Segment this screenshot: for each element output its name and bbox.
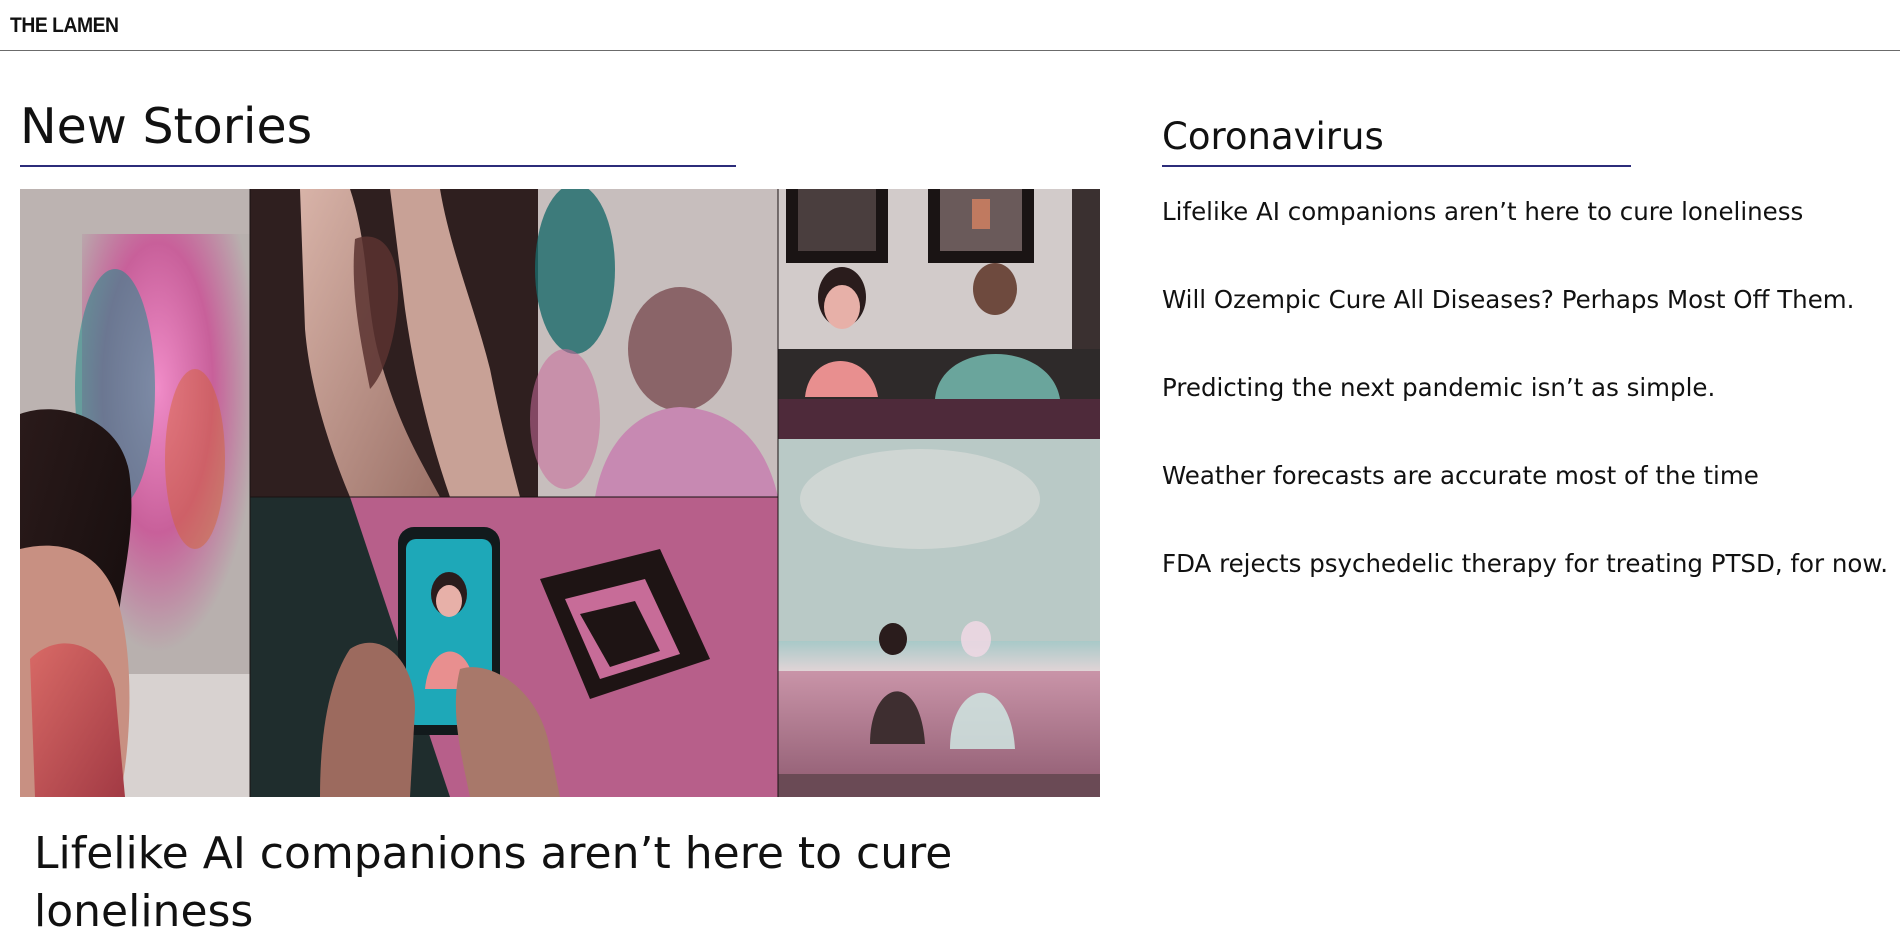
top-navigation-bar: THE LAMEN	[0, 0, 1900, 51]
sidebar-story-link[interactable]: Predicting the next pandemic isn’t as si…	[1162, 373, 1888, 461]
sidebar-story-list: Lifelike AI companions aren’t here to cu…	[1162, 197, 1888, 637]
site-logo[interactable]: THE LAMEN	[10, 14, 119, 38]
sidebar-coronavirus: Coronavirus Lifelike AI companions aren’…	[1162, 51, 1900, 907]
featured-collage-illustration	[20, 189, 1100, 797]
main-content: New Stories Lifelike AI companions aren’…	[20, 51, 1100, 937]
sidebar-title: Coronavirus	[1162, 115, 1384, 158]
sidebar-story-link[interactable]: Lifelike AI companions aren’t here to cu…	[1162, 197, 1888, 285]
sidebar-story-link[interactable]: Will Ozempic Cure All Diseases? Perhaps …	[1162, 285, 1888, 373]
section-title-underline	[20, 165, 736, 167]
featured-story-image[interactable]	[20, 189, 1100, 797]
sidebar-title-underline	[1162, 165, 1631, 167]
section-title: New Stories	[20, 98, 313, 155]
sidebar-story-link[interactable]: FDA rejects psychedelic therapy for trea…	[1162, 549, 1888, 637]
featured-story-headline[interactable]: Lifelike AI companions aren’t here to cu…	[34, 825, 994, 941]
sidebar-story-link[interactable]: Weather forecasts are accurate most of t…	[1162, 461, 1888, 549]
